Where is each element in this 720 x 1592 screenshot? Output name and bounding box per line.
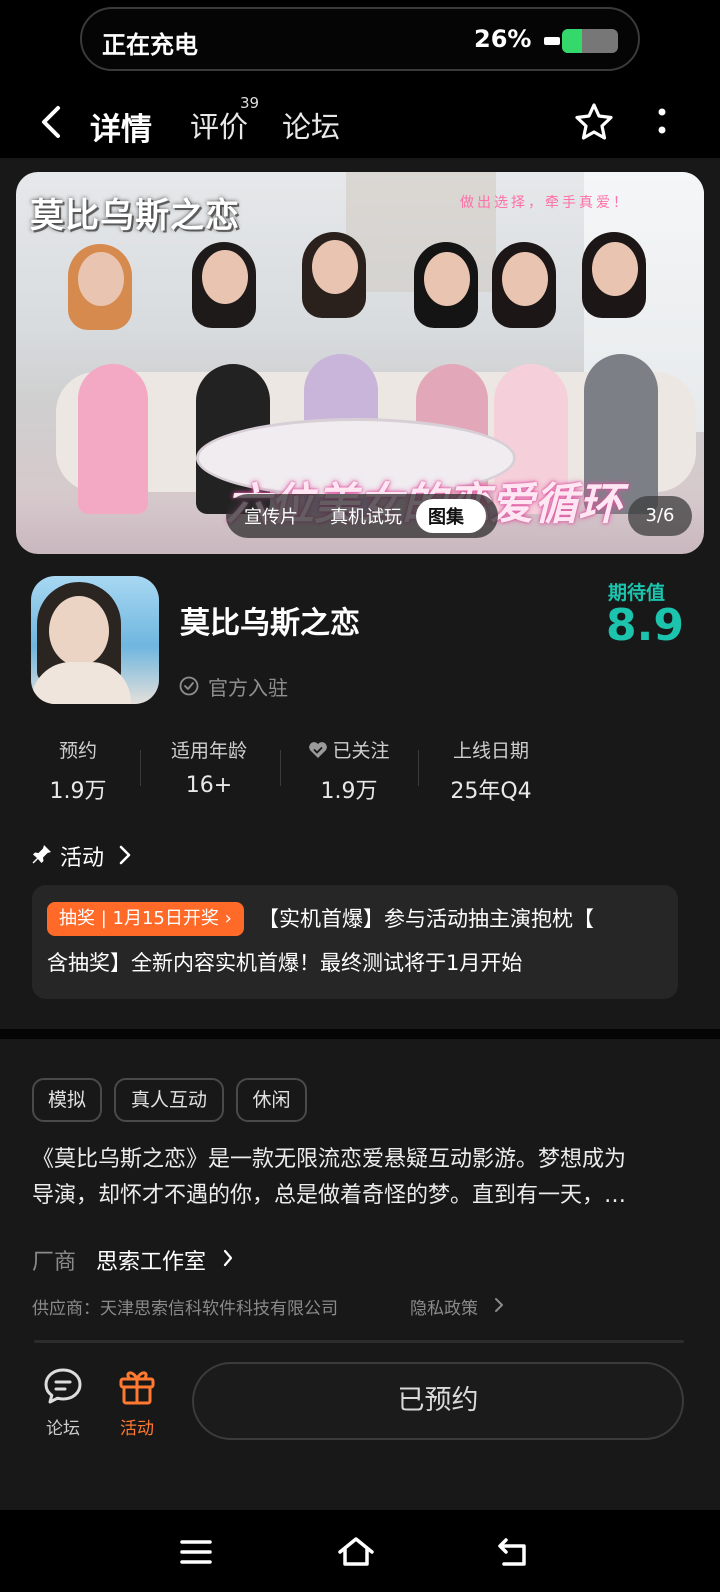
- banner-slogan: 做出选择，牵手真爱！: [460, 195, 630, 211]
- banner-page-indicator: 3/6: [628, 496, 692, 536]
- media-tab-gameplay[interactable]: 真机试玩: [330, 503, 402, 529]
- top-navigation: 详情 评价 39 论坛: [0, 88, 720, 158]
- game-stats: 预约 1.9万 适用年龄 16+ 已关注 1.9万 上线日期 25年Q4: [0, 736, 720, 806]
- main-content: 莫比乌斯之恋 做出选择，牵手真爱！ 六位美女的恋爱循环 宣传片 真机试玩 图集 …: [0, 158, 720, 1510]
- media-tab-gallery-label: 图集: [428, 507, 464, 528]
- stat-reservations: 预约 1.9万: [49, 740, 107, 804]
- status-bar: 正在充电 26%: [80, 7, 640, 71]
- reserved-button[interactable]: 已预约: [192, 1362, 684, 1440]
- bottom-action-bar: 论坛 活动 已预约: [0, 1340, 720, 1485]
- stat-followed[interactable]: 已关注 1.9万: [304, 736, 394, 805]
- banner-title: 莫比乌斯之恋: [30, 196, 240, 236]
- event-button[interactable]: 活动: [112, 1364, 162, 1439]
- activity-label: 活动: [60, 846, 105, 871]
- game-description[interactable]: 《莫比乌斯之恋》是一款无限流恋爱悬疑互动影游。梦想成为 导演，却怀才不遇的你，总…: [32, 1142, 682, 1214]
- forum-chat-icon: [44, 1368, 82, 1404]
- game-title: 莫比乌斯之恋: [180, 606, 360, 641]
- system-navigation-bar: [0, 1510, 720, 1592]
- section-divider: [0, 1029, 720, 1039]
- media-banner[interactable]: 莫比乌斯之恋 做出选择，牵手真爱！ 六位美女的恋爱循环 宣传片 真机试玩 图集 …: [16, 172, 704, 554]
- activity-text-line2: 含抽奖】全新内容实机首爆！最终测试将于1月开始: [47, 951, 523, 975]
- forum-button[interactable]: 论坛: [38, 1364, 88, 1439]
- activity-text-line1: 【实机首爆】参与活动抽主演抱枕【: [258, 907, 594, 931]
- star-icon[interactable]: [572, 100, 616, 144]
- stat-release-date: 上线日期 25年Q4: [450, 740, 532, 804]
- verified-check-icon: [179, 676, 199, 696]
- supplier-info: 供应商：天津思索信科软件科技有限公司: [32, 1299, 338, 1319]
- game-icon: [31, 576, 159, 704]
- heart-check-icon: [309, 742, 328, 758]
- tag-simulation[interactable]: 模拟: [32, 1078, 102, 1122]
- charging-status: 正在充电: [102, 31, 198, 59]
- official-verified-label: 官方入驻: [208, 676, 288, 700]
- expectation-score: 8.9: [606, 600, 684, 651]
- privacy-policy-link[interactable]: 隐私政策: [410, 1294, 478, 1319]
- pin-icon: [32, 845, 51, 864]
- chevron-right-icon: [223, 1249, 233, 1267]
- home-icon[interactable]: [336, 1532, 376, 1572]
- lottery-badge[interactable]: 抽奖 | 1月15日开奖 ›: [47, 902, 244, 936]
- vendor-name-link[interactable]: 思索工作室: [96, 1244, 206, 1276]
- media-type-tabs: 宣传片 真机试玩 图集: [226, 494, 498, 538]
- gift-icon: [119, 1371, 155, 1405]
- more-options-icon[interactable]: [654, 104, 670, 140]
- stat-age-rating: 适用年龄 16+: [170, 740, 247, 798]
- tab-detail[interactable]: 详情: [90, 104, 152, 149]
- activity-card[interactable]: 抽奖 | 1月15日开奖 › 【实机首爆】参与活动抽主演抱枕【 含抽奖】全新内容…: [32, 885, 678, 999]
- tag-live-interactive[interactable]: 真人互动: [114, 1078, 224, 1122]
- chevron-right-icon: [495, 1298, 503, 1312]
- battery-percentage: 26%: [474, 25, 532, 53]
- back-navigation-icon[interactable]: [494, 1532, 534, 1572]
- tab-forum[interactable]: 论坛: [282, 104, 340, 146]
- media-tab-trailer[interactable]: 宣传片: [244, 503, 298, 529]
- tag-casual[interactable]: 休闲: [236, 1078, 307, 1122]
- back-arrow-icon[interactable]: [34, 102, 70, 142]
- chevron-right-icon: [119, 845, 131, 865]
- menu-icon[interactable]: [176, 1532, 216, 1572]
- review-count-badge: 39: [240, 94, 260, 112]
- media-tab-gallery[interactable]: 图集: [416, 499, 486, 533]
- vendor-label: 厂商: [32, 1250, 77, 1275]
- battery-icon: [544, 29, 618, 53]
